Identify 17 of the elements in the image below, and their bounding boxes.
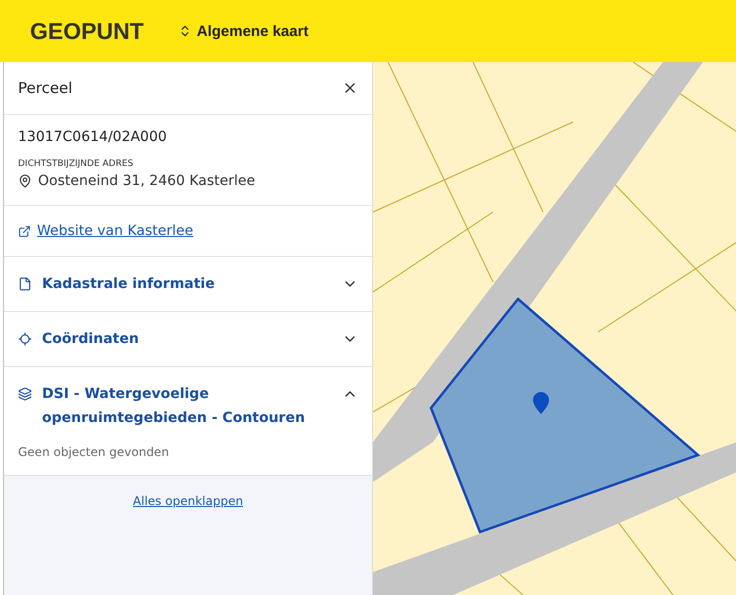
- panel-title: Perceel: [18, 79, 72, 97]
- parcel-id: 13017C0614/02A000: [18, 129, 167, 145]
- section-header[interactable]: Kadastrale informatie: [18, 257, 358, 311]
- pin-icon: [18, 174, 32, 188]
- expand-all-link[interactable]: Alles openklappen: [132, 494, 244, 510]
- section-header[interactable]: DSI - Watergevoelige openruimtegebieden - Contouren: [18, 367, 358, 445]
- section-header[interactable]: Coördinaten: [18, 312, 358, 366]
- document-icon: [18, 277, 32, 291]
- target-icon: [18, 332, 32, 346]
- address: Oosteneind 31, 2460 Kasterlee: [38, 173, 256, 189]
- address-label: DICHTSTBIJZIJNDE ADRES: [18, 159, 134, 169]
- empty-message: Geen objecten gevonden: [18, 445, 170, 461]
- layers-icon: [18, 387, 32, 401]
- basemap-dropdown[interactable]: Algemene kaart: [178, 22, 308, 40]
- logo[interactable]: GEOPUNT: [30, 18, 144, 44]
- website-link[interactable]: Website van Kasterlee: [37, 223, 194, 239]
- external-link-icon: [18, 224, 31, 238]
